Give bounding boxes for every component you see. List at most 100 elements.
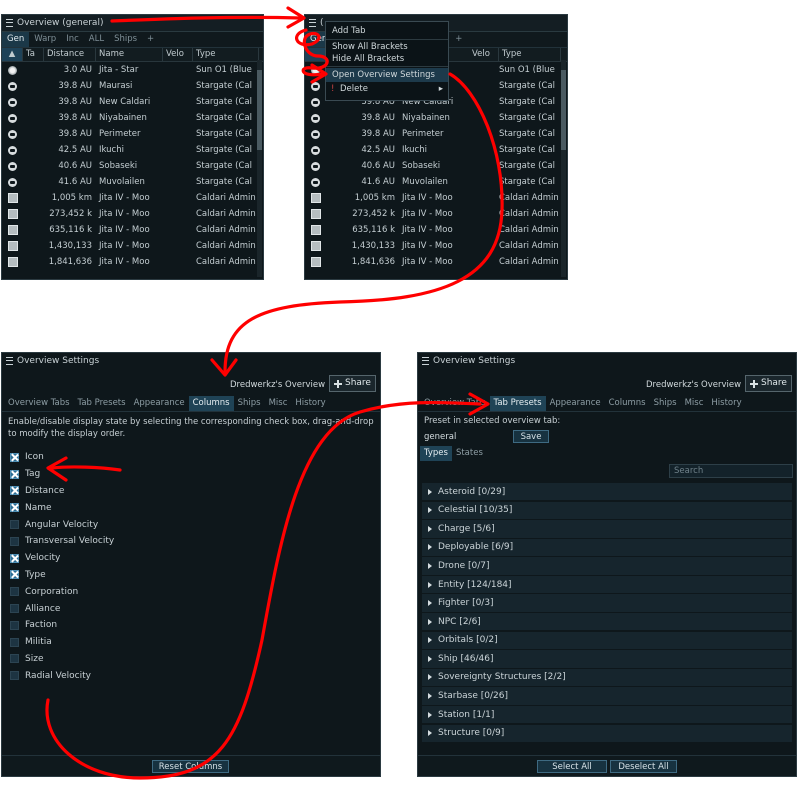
group-item[interactable]: Celestial [10/35] <box>422 501 792 519</box>
tab-all[interactable]: ALL <box>84 32 109 47</box>
table-row[interactable]: 1,005 km Jita IV - Moo Caldari Admin <box>305 190 567 206</box>
sort-ascending-icon[interactable]: ▲ <box>2 48 23 61</box>
column-toggle-item[interactable]: Distance <box>2 483 380 500</box>
column-toggle-item[interactable]: Icon <box>2 449 380 466</box>
table-row[interactable]: 40.6 AU Sobaseki Stargate (Cal <box>305 158 567 174</box>
menu-item-delete[interactable]: ! Delete ▸ <box>326 82 448 96</box>
table-row[interactable]: 1,430,133 Jita IV - Moo Caldari Admin <box>305 238 567 254</box>
deselect-all-button[interactable]: Deselect All <box>610 760 677 773</box>
column-toggle-item[interactable]: Velocity <box>2 550 380 567</box>
tab-appearance[interactable]: Appearance <box>130 396 189 411</box>
reset-columns-button[interactable]: Reset Columns <box>152 760 229 773</box>
group-item[interactable]: Station [1/1] <box>422 705 792 724</box>
tab-misc[interactable]: Misc <box>265 396 292 411</box>
column-toggle-item[interactable]: Militia <box>2 634 380 651</box>
preset-select[interactable]: general <box>424 432 456 442</box>
expand-arrow-icon[interactable] <box>428 655 432 662</box>
tab-tab-presets[interactable]: Tab Presets <box>74 396 130 411</box>
checkbox[interactable] <box>10 452 19 462</box>
table-row[interactable]: 41.6 AU Muvolailen Stargate (Cal <box>2 174 263 190</box>
expand-arrow-icon[interactable] <box>428 488 432 495</box>
menu-item-add-tab[interactable]: Add Tab <box>326 24 448 38</box>
tab-columns[interactable]: Columns <box>188 396 234 411</box>
column-header-name[interactable]: Name <box>96 48 163 61</box>
expand-arrow-icon[interactable] <box>428 507 432 514</box>
table-row[interactable]: 635,116 k Jita IV - Moo Caldari Admin <box>2 222 263 238</box>
table-row[interactable]: 1,005 km Jita IV - Moo Caldari Admin <box>2 190 263 206</box>
sort-ascending-icon[interactable] <box>305 48 326 61</box>
expand-arrow-icon[interactable] <box>428 730 432 737</box>
column-header-distance[interactable]: Distance <box>44 48 96 61</box>
tab-ships[interactable]: Ships <box>234 396 265 411</box>
tab-ships[interactable]: Ships <box>109 32 142 47</box>
tab-tab-presets[interactable]: Tab Presets <box>489 396 546 411</box>
expand-arrow-icon[interactable] <box>428 674 432 681</box>
column-toggle-item[interactable]: Size <box>2 651 380 668</box>
menu-icon[interactable] <box>309 19 316 27</box>
column-toggle-item[interactable]: Faction <box>2 617 380 634</box>
checkbox[interactable] <box>10 570 19 580</box>
column-toggle-item[interactable]: Radial Velocity <box>2 667 380 684</box>
column-toggle-item[interactable]: Corporation <box>2 583 380 600</box>
checkbox[interactable] <box>10 486 19 496</box>
tab-columns[interactable]: Columns <box>605 396 650 411</box>
group-item[interactable]: Orbitals [0/2] <box>422 631 792 650</box>
group-item[interactable]: Ship [46/46] <box>422 650 792 668</box>
checkbox[interactable] <box>10 553 19 563</box>
menu-item-open-overview-settings[interactable]: Open Overview Settings <box>326 68 448 82</box>
tab-ships[interactable]: Ships <box>650 396 681 411</box>
column-header-type[interactable]: Type <box>499 48 561 61</box>
column-toggle-item[interactable]: Angular Velocity <box>2 516 380 533</box>
column-toggle-item[interactable]: Name <box>2 499 380 516</box>
tab-overview-tabs[interactable]: Overview Tabs <box>4 396 74 411</box>
table-row[interactable]: 39.8 AU Niyabainen Stargate (Cal <box>305 110 567 126</box>
checkbox[interactable] <box>10 654 19 664</box>
expand-arrow-icon[interactable] <box>428 637 432 644</box>
tab-history[interactable]: History <box>707 396 745 411</box>
column-header-tag[interactable]: Ta <box>23 48 44 61</box>
column-toggle-item[interactable]: Tag <box>2 466 380 483</box>
table-row[interactable]: 39.8 AU Perimeter Stargate (Cal <box>2 126 263 142</box>
menu-item-show-all-brackets[interactable]: Show All Brackets <box>326 41 448 53</box>
checkbox[interactable] <box>10 637 19 647</box>
group-item[interactable]: Sovereignty Structures [2/2] <box>422 668 792 687</box>
group-item[interactable]: Entity [124/184] <box>422 575 792 594</box>
table-row[interactable]: 1,841,636 Jita IV - Moo Caldari Admin <box>2 254 263 270</box>
tab-misc[interactable]: Misc <box>681 396 708 411</box>
save-button[interactable]: Save <box>513 430 549 443</box>
tab-gen[interactable]: Gen <box>2 32 30 47</box>
checkbox[interactable] <box>10 587 19 597</box>
table-row[interactable]: 273,452 k Jita IV - Moo Caldari Admin <box>2 206 263 222</box>
expand-arrow-icon[interactable] <box>428 618 432 625</box>
column-toggle-item[interactable]: Alliance <box>2 600 380 617</box>
expand-arrow-icon[interactable] <box>428 525 432 532</box>
share-button[interactable]: Share <box>329 375 376 392</box>
search-input[interactable]: Search <box>669 464 793 478</box>
column-header-type[interactable]: Type <box>193 48 259 61</box>
add-tab-button[interactable]: + <box>142 32 159 47</box>
column-toggle-item[interactable]: Transversal Velocity <box>2 533 380 550</box>
table-row[interactable]: 39.8 AU Maurasi Stargate (Cal <box>2 78 263 94</box>
group-item[interactable]: Starbase [0/26] <box>422 687 792 705</box>
tab-types[interactable]: Types <box>420 446 452 461</box>
group-item[interactable]: Charge [5/6] <box>422 520 792 538</box>
menu-icon[interactable] <box>422 357 429 365</box>
table-row[interactable]: 1,841,636 Jita IV - Moo Caldari Admin <box>305 254 567 270</box>
share-button[interactable]: Share <box>745 375 792 392</box>
column-toggle-item[interactable]: Type <box>2 567 380 584</box>
menu-item-hide-all-brackets[interactable]: Hide All Brackets <box>326 53 448 65</box>
tab-history[interactable]: History <box>291 396 329 411</box>
checkbox[interactable] <box>10 604 19 614</box>
menu-icon[interactable] <box>6 19 13 27</box>
checkbox[interactable] <box>10 520 19 530</box>
group-item[interactable]: Drone [0/7] <box>422 557 792 575</box>
group-item[interactable]: NPC [2/6] <box>422 613 792 631</box>
tab-appearance[interactable]: Appearance <box>546 396 605 411</box>
checkbox[interactable] <box>10 469 19 479</box>
scrollbar[interactable] <box>561 60 566 277</box>
table-row[interactable]: 3.0 AU Jita - Star Sun O1 (Blue <box>2 62 263 78</box>
table-row[interactable]: 42.5 AU Ikuchi Stargate (Cal <box>305 142 567 158</box>
table-row[interactable]: 273,452 k Jita IV - Moo Caldari Admin <box>305 206 567 222</box>
table-row[interactable]: 42.5 AU Ikuchi Stargate (Cal <box>2 142 263 158</box>
select-all-button[interactable]: Select All <box>537 760 607 773</box>
